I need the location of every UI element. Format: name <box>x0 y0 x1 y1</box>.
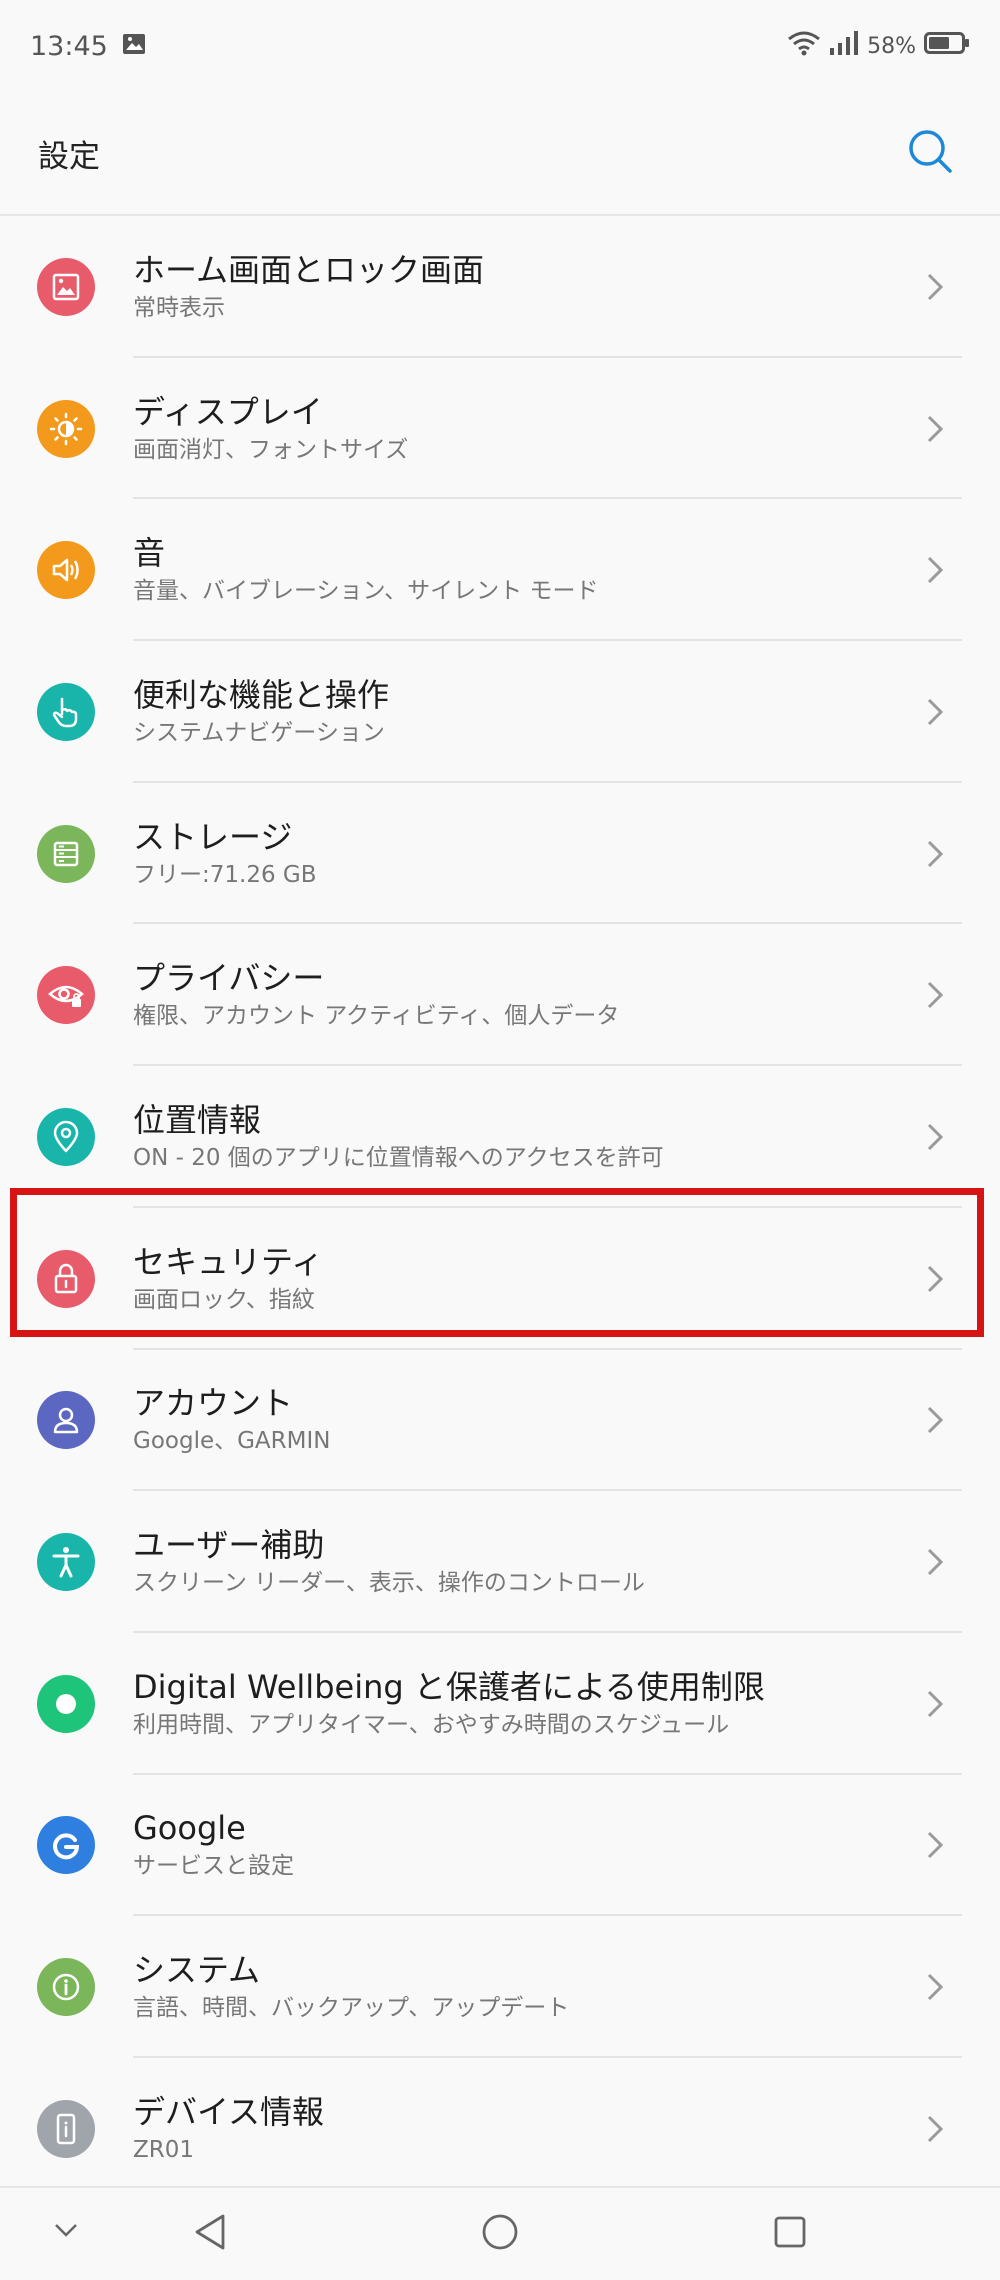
settings-item-subtitle: ZR01 <box>133 2136 195 2163</box>
settings-item-subtitle: サービスと設定 <box>133 1853 294 1880</box>
chevron-right-icon <box>920 2114 950 2144</box>
settings-item-subtitle: ON - 20 個のアプリに位置情報へのアクセスを許可 <box>133 1144 664 1171</box>
chevron-right-icon <box>920 1830 950 1860</box>
settings-item-storage[interactable]: ストレージ フリー:71.26 GB <box>0 783 1000 925</box>
settings-item-title: Google <box>133 1809 246 1848</box>
settings-item-accessibility[interactable]: ユーザー補助 スクリーン リーダー、表示、操作のコントロール <box>0 1491 1000 1633</box>
settings-item-subtitle: 利用時間、アプリタイマー、おやすみ時間のスケジュール <box>133 1711 730 1738</box>
settings-item-display[interactable]: ディスプレイ 画面消灯、フォントサイズ <box>0 358 1000 500</box>
settings-item-security[interactable]: セキュリティ 画面ロック、指紋 <box>0 1208 1000 1350</box>
speaker-icon <box>37 541 95 600</box>
chevron-right-icon <box>920 414 950 444</box>
settings-item-subtitle: 音量、バイブレーション、サイレント モード <box>133 578 599 605</box>
settings-item-title: デバイス情報 <box>133 2092 325 2131</box>
info-icon <box>37 1958 95 2017</box>
search-button[interactable] <box>900 123 960 183</box>
nav-recents-button[interactable] <box>766 2210 814 2258</box>
settings-item-subtitle: システムナビゲーション <box>133 719 385 746</box>
settings-item-title: Digital Wellbeing と保護者による使用制限 <box>133 1667 765 1706</box>
settings-item-home-lock[interactable]: ホーム画面とロック画面 常時表示 <box>0 216 1000 358</box>
nav-home-button[interactable] <box>476 2210 524 2258</box>
chevron-down-icon <box>53 2222 79 2242</box>
settings-item-digital-wellbeing[interactable]: Digital Wellbeing と保護者による使用制限 利用時間、アプリタイ… <box>0 1633 1000 1775</box>
nav-collapse-button[interactable] <box>46 2212 86 2252</box>
gallery-notification-icon <box>122 31 146 62</box>
chevron-right-icon <box>920 697 950 727</box>
settings-item-title: 便利な機能と操作 <box>133 675 390 714</box>
settings-item-title: システム <box>133 1951 261 1990</box>
settings-item-title: 音 <box>133 534 166 573</box>
recents-square-icon <box>772 2214 808 2254</box>
home-circle-icon <box>480 2212 520 2256</box>
settings-item-location[interactable]: 位置情報 ON - 20 個のアプリに位置情報へのアクセスを許可 <box>0 1066 1000 1208</box>
device-phone-icon <box>37 2099 95 2158</box>
storage-icon <box>37 824 95 883</box>
settings-item-subtitle: スクリーン リーダー、表示、操作のコントロール <box>133 1570 645 1597</box>
chevron-right-icon <box>920 1547 950 1577</box>
settings-item-title: ユーザー補助 <box>133 1526 325 1565</box>
settings-item-accounts[interactable]: アカウント Google、GARMIN <box>0 1350 1000 1492</box>
battery-icon <box>924 31 970 61</box>
settings-item-advanced-features[interactable]: 便利な機能と操作 システムナビゲーション <box>0 641 1000 783</box>
settings-item-title: セキュリティ <box>133 1242 324 1281</box>
back-triangle-icon <box>193 2213 227 2255</box>
wifi-icon <box>787 30 821 62</box>
settings-item-subtitle: 権限、アカウント アクティビティ、個人データ <box>133 1003 620 1030</box>
page-title: 設定 <box>38 138 100 175</box>
settings-item-subtitle: フリー:71.26 GB <box>133 861 317 888</box>
settings-item-subtitle: 画面ロック、指紋 <box>133 1286 315 1313</box>
privacy-eye-icon <box>37 966 95 1025</box>
chevron-right-icon <box>920 980 950 1010</box>
status-time: 13:45 <box>30 30 108 62</box>
chevron-right-icon <box>920 839 950 869</box>
settings-item-system[interactable]: システム 言語、時間、バックアップ、アップデート <box>0 1916 1000 2058</box>
account-person-icon <box>37 1391 95 1450</box>
settings-list: ホーム画面とロック画面 常時表示 ディスプレイ 画面消灯、フォントサイズ 音 音… <box>0 216 1000 2200</box>
status-right: 58% <box>787 30 970 62</box>
app-bar: 設定 <box>0 92 1000 216</box>
chevron-right-icon <box>920 1405 950 1435</box>
home-lock-screen-icon <box>37 257 95 316</box>
settings-item-about-device[interactable]: デバイス情報 ZR01 <box>0 2058 1000 2200</box>
status-bar: 13:45 58% <box>0 0 1000 92</box>
settings-item-subtitle: Google、GARMIN <box>133 1428 331 1455</box>
google-icon <box>37 1816 95 1875</box>
settings-item-title: アカウント <box>133 1384 294 1423</box>
display-brightness-icon <box>37 399 95 458</box>
settings-item-privacy[interactable]: プライバシー 権限、アカウント アクティビティ、個人データ <box>0 924 1000 1067</box>
nav-back-button[interactable] <box>186 2210 234 2258</box>
search-icon <box>907 128 953 178</box>
settings-item-title: プライバシー <box>133 959 325 998</box>
location-pin-icon <box>37 1107 95 1166</box>
battery-percent: 58% <box>867 33 916 59</box>
hand-gesture-icon <box>37 682 95 741</box>
settings-item-title: 位置情報 <box>133 1100 262 1139</box>
chevron-right-icon <box>920 1972 950 2002</box>
settings-item-subtitle: 言語、時間、バックアップ、アップデート <box>133 1995 570 2022</box>
wellbeing-icon <box>37 1674 95 1733</box>
accessibility-icon <box>37 1533 95 1592</box>
signal-icon <box>829 30 859 62</box>
lock-icon <box>37 1249 95 1308</box>
settings-item-subtitle: 画面消灯、フォントサイズ <box>133 436 409 463</box>
chevron-right-icon <box>920 1264 950 1294</box>
settings-item-google[interactable]: Google サービスと設定 <box>0 1775 1000 1917</box>
navigation-bar <box>0 2186 1000 2280</box>
settings-item-subtitle: 常時表示 <box>133 294 225 321</box>
settings-item-sound[interactable]: 音 音量、バイブレーション、サイレント モード <box>0 499 1000 642</box>
chevron-right-icon <box>920 1122 950 1152</box>
chevron-right-icon <box>920 1689 950 1719</box>
settings-item-title: ストレージ <box>133 817 293 856</box>
settings-item-title: ホーム画面とロック画面 <box>133 250 485 289</box>
status-left: 13:45 <box>30 31 146 62</box>
settings-item-title: ディスプレイ <box>133 392 323 431</box>
chevron-right-icon <box>920 555 950 585</box>
chevron-right-icon <box>920 272 950 302</box>
